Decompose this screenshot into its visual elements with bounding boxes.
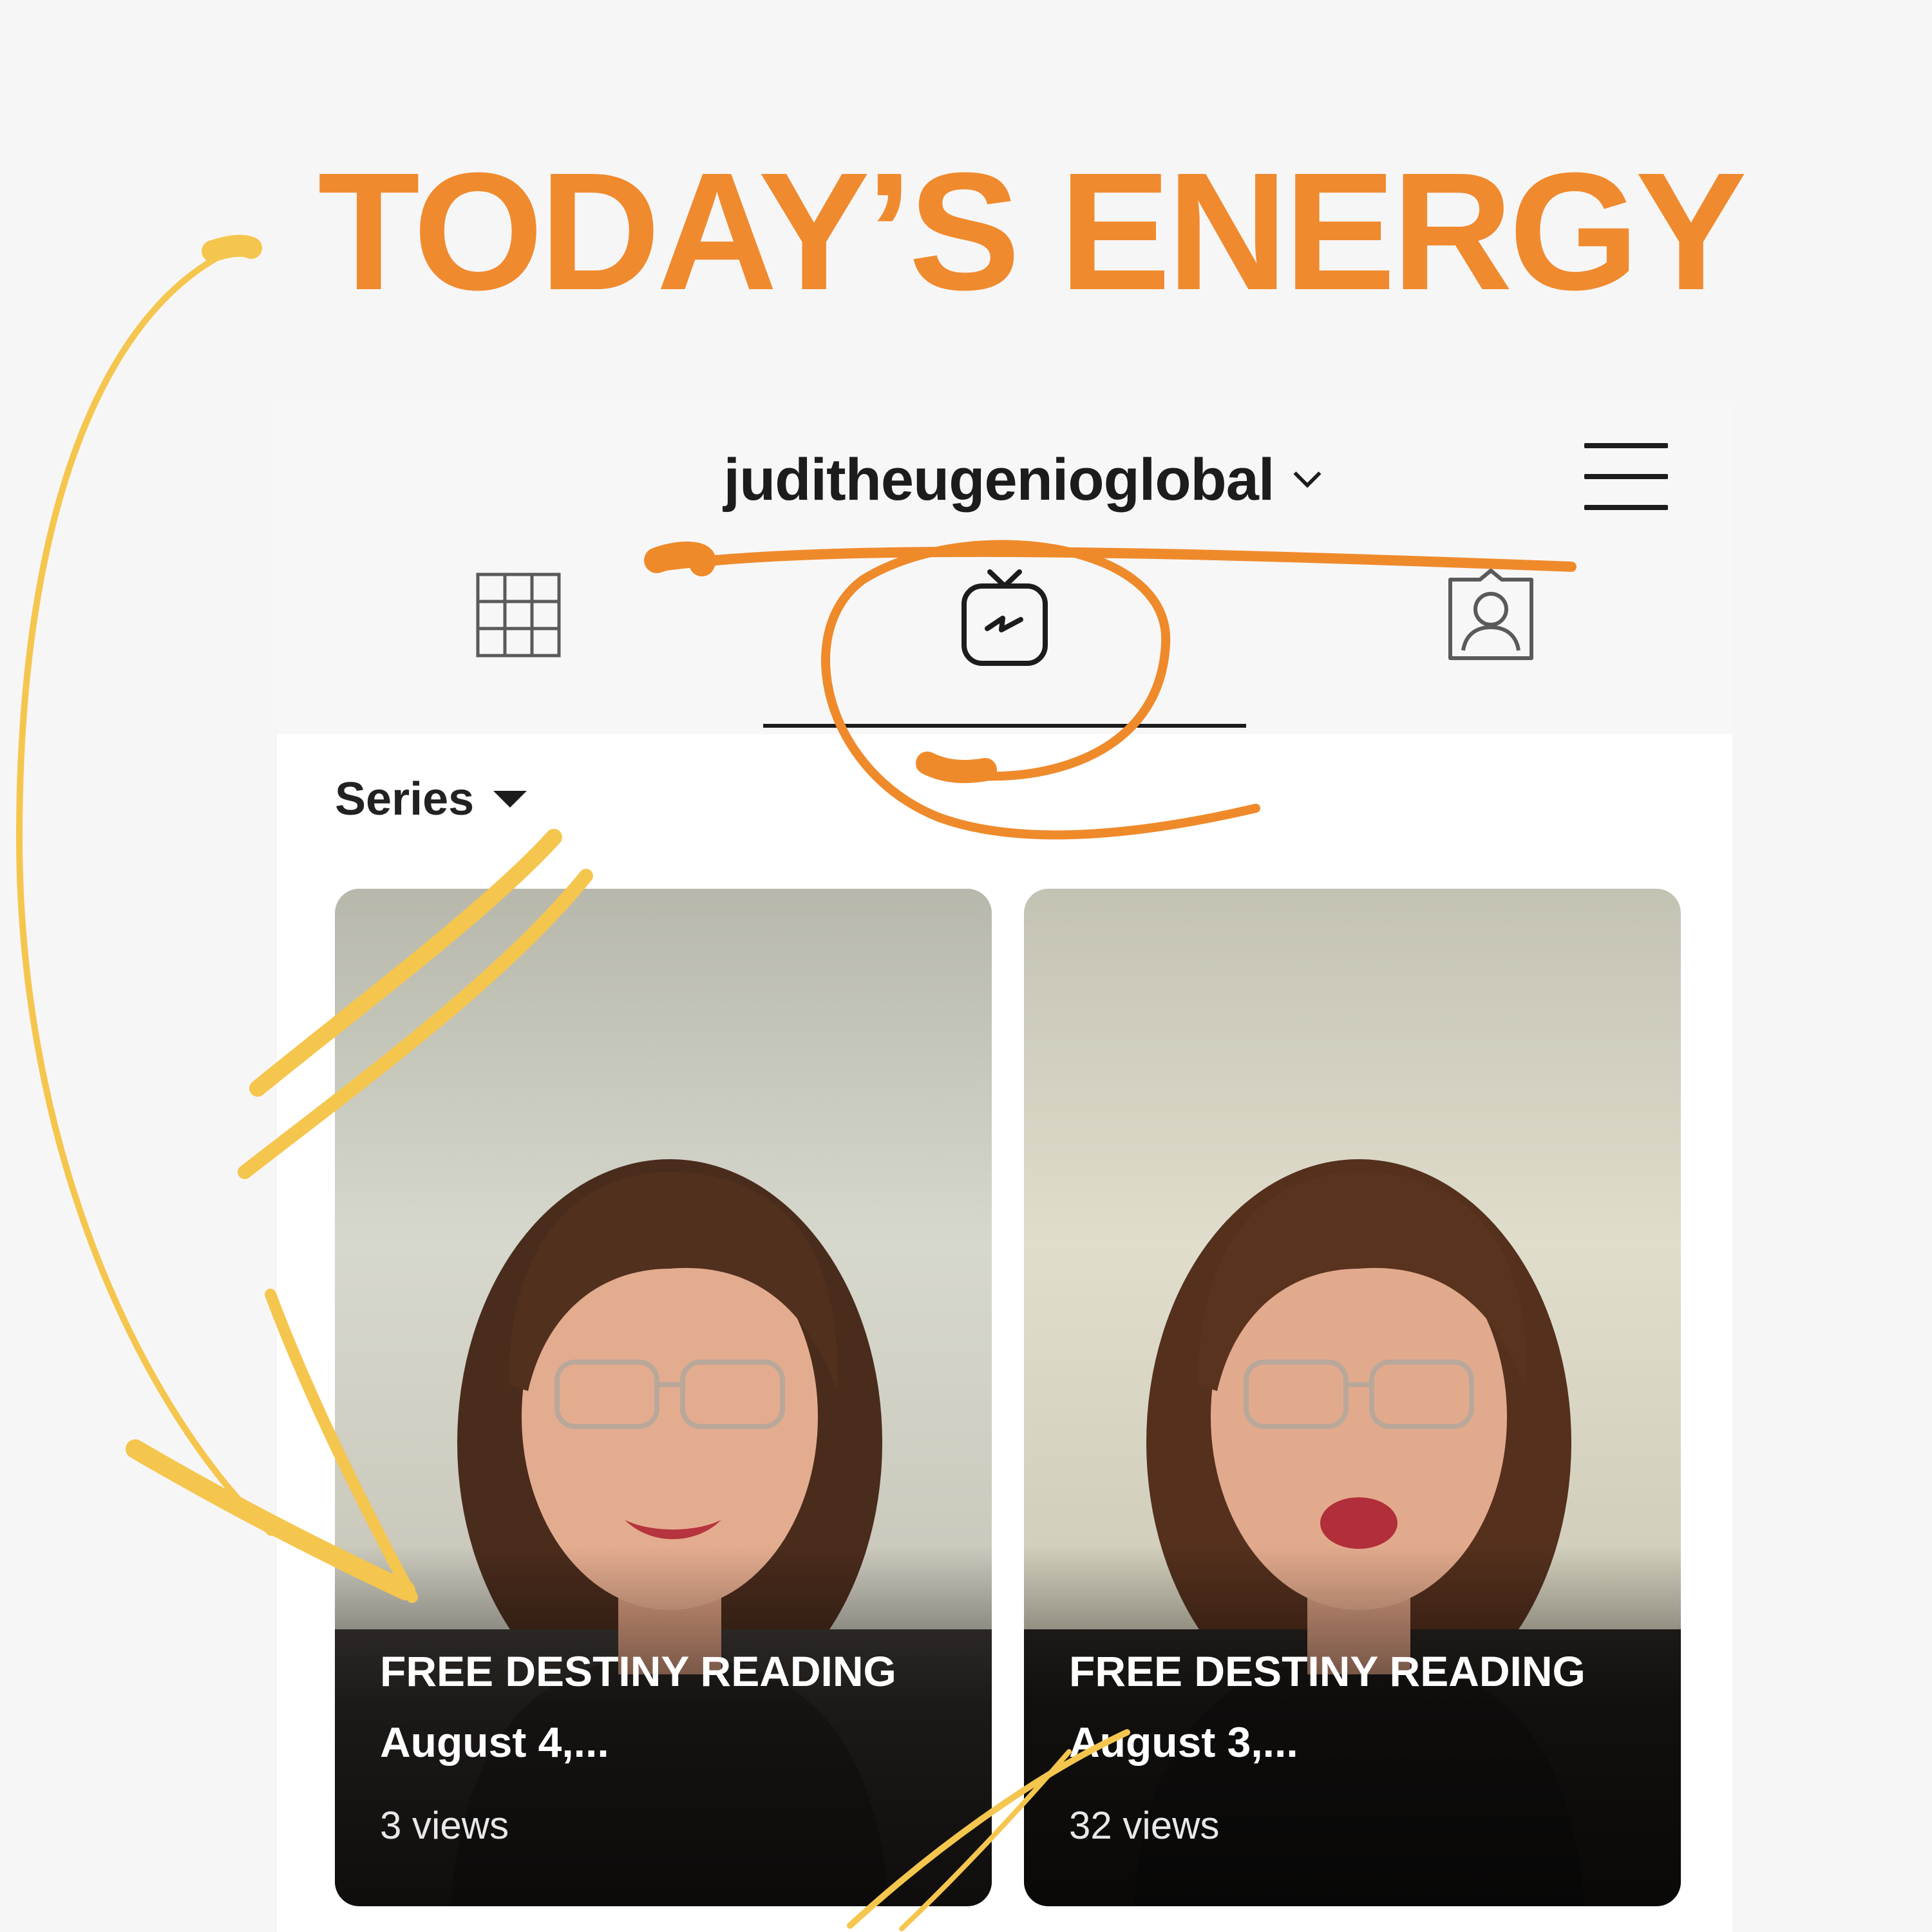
tagged-person-icon [1448, 569, 1533, 660]
series-filter-dropdown[interactable]: Series [335, 773, 527, 826]
profile-screen: juditheugenioglobal Series FREE DESTINY … [277, 406, 1732, 1932]
caret-down-icon [493, 791, 527, 808]
video-views: 3 views [380, 1804, 509, 1847]
profile-tabs [277, 567, 1732, 728]
menu-button[interactable] [1584, 438, 1668, 515]
video-title: FREE DESTINY READING August 4,... [380, 1647, 896, 1766]
grid-icon [476, 573, 561, 658]
menu-line [1584, 443, 1668, 448]
igtv-content: Series FREE DESTINY READING August 4,...… [277, 734, 1732, 1932]
igtv-icon [961, 569, 1048, 666]
video-card[interactable]: FREE DESTINY READING August 3,... 32 vie… [1024, 889, 1681, 1906]
tab-tagged[interactable] [1249, 567, 1732, 728]
tab-grid[interactable] [277, 567, 760, 728]
yellow-arrow-stroke [16, 242, 274, 1536]
video-title: FREE DESTINY READING August 3,... [1069, 1647, 1586, 1766]
tab-igtv[interactable] [763, 567, 1246, 728]
chevron-down-icon [1293, 471, 1321, 488]
menu-line [1584, 505, 1668, 510]
video-card[interactable]: FREE DESTINY READING August 4,... 3 view… [335, 889, 992, 1906]
page-headline: TODAY’S ENERGY [317, 138, 1747, 325]
username-label: juditheugenioglobal [723, 446, 1275, 513]
yellow-arrow-stroke [202, 234, 262, 262]
profile-header: juditheugenioglobal [277, 406, 1732, 547]
series-filter-label: Series [335, 773, 475, 825]
video-views: 32 views [1069, 1804, 1220, 1847]
username-switcher[interactable]: juditheugenioglobal [683, 438, 1365, 522]
menu-line [1584, 474, 1668, 479]
